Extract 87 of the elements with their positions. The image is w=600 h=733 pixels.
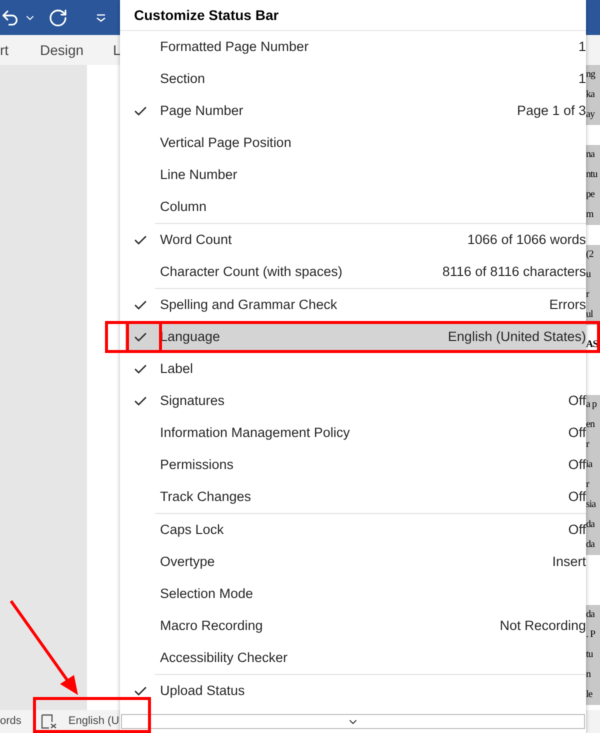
menu-item[interactable]: Overtype Insert	[120, 546, 586, 578]
menu-item-value: Not Recording	[500, 618, 586, 635]
menu-item[interactable]: Vertical Page Position	[120, 127, 586, 159]
menu-item-value: Off	[568, 456, 586, 474]
document-text: pe	[586, 188, 596, 202]
menu-item-label: Overtype	[160, 552, 215, 571]
menu-item-label: Vertical Page Position	[160, 134, 292, 152]
menu-item-label: Character Count (with spaces)	[160, 262, 342, 281]
menu-item-value: 8116 of 8116 characters	[442, 262, 586, 281]
menu-item-value: Off	[568, 520, 586, 539]
menu-item[interactable]: Formatted Page Number 1	[120, 31, 586, 63]
menu-item[interactable]: Character Count (with spaces) 8116 of 8116 characters	[120, 256, 586, 288]
ribbon-tab[interactable]: Design	[40, 40, 113, 60]
document-text: m	[586, 208, 594, 222]
menu-item-value: Errors	[549, 296, 586, 314]
document-text: (2	[586, 248, 594, 262]
menu-item[interactable]: Track Changes Off	[120, 481, 586, 513]
menu-item-value: Insert	[552, 552, 586, 571]
menu-item[interactable]: Signatures Off	[120, 385, 586, 417]
customize-toolbar-icon[interactable]	[96, 14, 106, 22]
menu-item-value: Off	[568, 392, 586, 410]
menu-item-value: 1	[578, 38, 586, 56]
proofing-icon[interactable]	[41, 714, 58, 729]
menu-item-value: Page 1 of 3	[516, 102, 586, 120]
document-text: . P	[586, 628, 596, 642]
menu-item-label: Spelling and Grammar Check	[160, 296, 338, 314]
menu-item[interactable]: Selection Mode	[120, 578, 586, 610]
menu-item-label: Permissions	[160, 456, 234, 474]
menu-item-label: Word Count	[160, 230, 232, 249]
menu-item-value: 1066 of 1066 words	[467, 230, 586, 249]
document-text: da	[586, 608, 596, 622]
document-text: sia	[586, 498, 597, 512]
document-text: n	[586, 668, 592, 682]
document-text: da	[586, 538, 596, 552]
menu-item[interactable]: Upload Status	[120, 675, 586, 707]
menu-item-label: Accessibility Checker	[160, 648, 288, 667]
menu-item-label: Caps Lock	[160, 520, 224, 539]
menu-item-label: Macro Recording	[160, 616, 263, 635]
menu-item-value: Off	[568, 488, 586, 506]
document-text: ng	[586, 68, 596, 82]
menu-item[interactable]: Column	[120, 191, 586, 223]
menu-item[interactable]: Permissions Off	[120, 449, 586, 481]
menu-item[interactable]: Section 1	[120, 63, 586, 95]
word-count-status[interactable]: ords	[0, 713, 22, 730]
menu-item-label: Column	[160, 198, 207, 216]
ribbon-tab[interactable]: rt	[0, 40, 40, 60]
document-text: tu	[586, 648, 594, 662]
menu-item-label: Information Management Policy	[160, 424, 350, 442]
menu-item[interactable]: Line Number	[120, 159, 586, 191]
document-text: ay	[586, 108, 596, 122]
document-text: r	[586, 478, 590, 492]
menu-item[interactable]: Caps Lock Off	[120, 514, 586, 546]
document-text: ia	[586, 458, 594, 472]
menu-item-label: Section	[160, 70, 206, 88]
document-text: le	[586, 688, 594, 702]
document-text: da	[586, 518, 596, 532]
menu-item-label: Signatures	[160, 392, 225, 410]
document-text: a p	[586, 398, 598, 412]
language-status[interactable]: English (U	[68, 713, 120, 730]
document-text: ka	[586, 88, 596, 102]
menu-item[interactable]: Word Count 1066 of 1066 words	[120, 224, 586, 256]
menu-item-value: 1	[578, 70, 586, 88]
menu-item-label: Selection Mode	[160, 584, 254, 603]
document-text: ul	[586, 308, 594, 322]
menu-item[interactable]: Accessibility Checker	[120, 642, 586, 674]
menu-item-label: Track Changes	[160, 488, 252, 506]
document-text: r	[586, 438, 590, 452]
menu-item[interactable]: Spelling and Grammar Check Errors	[120, 289, 586, 321]
menu-item[interactable]: Macro Recording Not Recording	[120, 610, 586, 642]
document-text: en	[586, 418, 596, 432]
menu-title: Customize Status Bar	[120, 0, 586, 31]
document-text: r	[586, 288, 590, 302]
menu-item-label: Line Number	[160, 166, 238, 184]
menu-item-value: Off	[568, 424, 586, 442]
menu-item-label: Upload Status	[160, 682, 245, 700]
menu-item-label: Page Number	[160, 102, 244, 120]
menu-item[interactable]: Label	[120, 353, 586, 385]
redo-icon[interactable]	[48, 8, 68, 28]
menu-item-value: English (United States)	[448, 328, 586, 346]
menu-item[interactable]: Page Number Page 1 of 3	[120, 95, 586, 127]
document-text: u	[586, 268, 592, 282]
menu-item[interactable]: Information Management Policy Off	[120, 417, 586, 449]
menu-item-label: Formatted Page Number	[160, 38, 309, 56]
menu-item-label: Label	[160, 360, 194, 378]
document-text: ntu	[586, 168, 598, 182]
document-text: na	[586, 148, 596, 162]
undo-icon[interactable]	[0, 8, 20, 28]
